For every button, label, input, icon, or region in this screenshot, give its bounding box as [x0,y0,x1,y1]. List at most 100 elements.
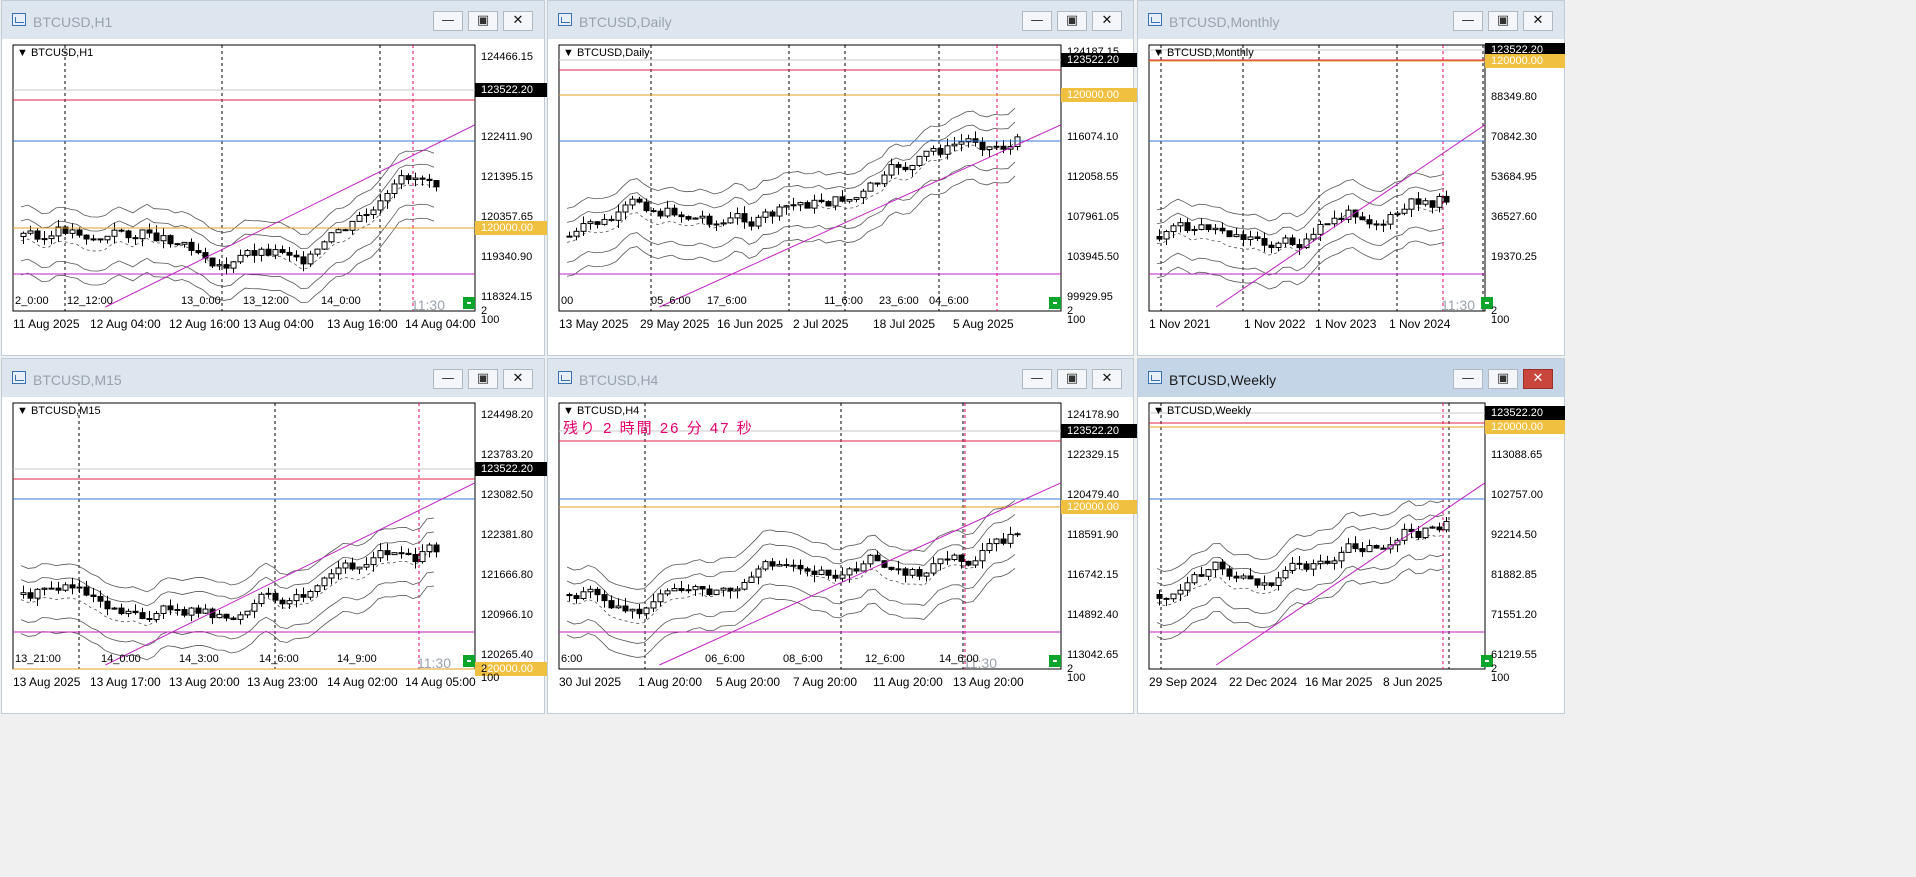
candlestick-chart [558,44,1062,312]
trade-level-button[interactable] [463,297,475,309]
time-tick-label: 6:00 [561,653,583,665]
level-price-tag: 120000.00 [1061,500,1141,514]
chart-window-monthly[interactable]: BTCUSD,Monthly — ▣ ✕ ▼ BTCUSD,Monthly 11:3… [1137,0,1565,356]
maximize-button[interactable]: ▣ [468,11,498,31]
candle [916,566,923,581]
candle [1198,566,1205,577]
candle [944,138,951,160]
candle [762,559,769,572]
bollinger-band [1156,172,1445,222]
candle [328,231,335,244]
dropdown-triangle-icon[interactable]: ▼ [17,47,28,59]
trade-level-button[interactable] [1049,297,1061,309]
chart-plot-area[interactable]: ▼ BTCUSD,Monthly 11:30 [1148,44,1493,313]
price-tick-label: 113042.65 [1067,649,1119,661]
candlestick-chart [12,44,476,312]
dropdown-triangle-icon[interactable]: ▼ [17,405,28,417]
candle [776,204,783,221]
symbol-period-text: BTCUSD,Weekly [1166,405,1252,417]
trade-level-button[interactable] [1049,655,1061,667]
time-tick-label: 17_6:00 [707,295,747,307]
title-bar[interactable]: BTCUSD,Weekly — ▣ ✕ [1138,359,1564,397]
chart-plot-area[interactable]: ▼ BTCUSD,H1 11:30 [12,44,476,313]
chart-symbol-label: ▼ BTCUSD,H4 [563,405,639,417]
candle [573,592,580,604]
minimize-button[interactable]: — [433,369,463,389]
chart-plot-area[interactable]: ▼ BTCUSD,Daily [558,44,1062,312]
close-button[interactable]: ✕ [1523,11,1553,31]
chart-plot-area[interactable]: ▼ BTCUSD,M15 11:30 [12,402,476,671]
dropdown-triangle-icon[interactable]: ▼ [563,47,574,59]
dropdown-triangle-icon[interactable]: ▼ [1153,47,1164,59]
candle [832,569,839,582]
close-button[interactable]: ✕ [1523,369,1553,389]
chart-window-h1[interactable]: BTCUSD,H1 — ▣ ✕ ▼ BTCUSD,H1 11:30 124466.15… [1,0,555,356]
candle [1429,525,1436,529]
candle [566,231,573,238]
candle [657,589,664,607]
price-tick-label: 122329.15 [1067,449,1119,461]
candle [874,550,881,562]
minimize-button[interactable]: — [1022,369,1052,389]
candle [20,231,27,244]
candle [41,230,48,245]
window-title: BTCUSD,H1 [33,14,113,30]
dropdown-triangle-icon[interactable]: ▼ [563,405,574,417]
chart-window-daily[interactable]: BTCUSD,Daily — ▣ ✕ ▼ BTCUSD,Daily 124187.1… [547,0,1141,356]
close-button[interactable]: ✕ [503,11,533,31]
time-tick-label: 14_6:00 [259,653,299,665]
date-axis-label: 1 Nov 2024 [1389,317,1451,331]
minimize-button[interactable]: — [433,11,463,31]
candle [699,210,706,224]
candle [286,597,293,610]
candle [713,589,720,596]
maximize-button[interactable]: ▣ [1488,369,1518,389]
trade-level-button[interactable] [463,655,475,667]
price-tick-label: 120966.10 [481,609,533,621]
candle [118,603,125,616]
title-bar[interactable]: BTCUSD,M15 — ▣ ✕ [2,359,544,397]
title-bar[interactable]: BTCUSD,Daily — ▣ ✕ [548,1,1133,39]
time-tick-label: 05_6:00 [651,295,691,307]
close-button[interactable]: ✕ [1092,369,1122,389]
candle [125,229,132,243]
maximize-button[interactable]: ▣ [1057,11,1087,31]
chart-window-h4[interactable]: BTCUSD,H4 — ▣ ✕ ▼ BTCUSD,H4 残り 2 時間 26 分 4… [547,358,1141,714]
price-scale[interactable]: 124187.15 116074.10 112058.55 107961.05 1039… [1061,45,1147,326]
chart-plot-area[interactable]: ▼ BTCUSD,Weekly [1148,402,1493,670]
candle [237,611,244,625]
trend-line [659,124,1062,308]
maximize-button[interactable]: ▣ [1488,11,1518,31]
candle [321,576,328,591]
close-button[interactable]: ✕ [1092,11,1122,31]
date-axis-label: 11 Aug 2025 [13,317,80,331]
title-bar[interactable]: BTCUSD,H1 — ▣ ✕ [2,1,544,39]
price-scale[interactable]: 124178.90 122329.15 120479.40 118591.90 1167… [1061,403,1147,684]
maximize-button[interactable]: ▣ [468,369,498,389]
minimize-button[interactable]: — [1453,369,1483,389]
minimize-button[interactable]: — [1453,11,1483,31]
candle [783,205,790,215]
dropdown-triangle-icon[interactable]: ▼ [1153,405,1164,417]
price-scale[interactable]: 113088.65 102757.00 92214.50 81882.85 71551.… [1485,403,1571,684]
chart-window-weekly[interactable]: BTCUSD,Weekly — ▣ ✕ ▼ BTCUSD,Weekly 113088… [1137,358,1565,714]
minimize-button[interactable]: — [1022,11,1052,31]
maximize-button[interactable]: ▣ [1057,369,1087,389]
scale-corner-bottom-label: 100 [1067,314,1086,326]
close-button[interactable]: ✕ [503,369,533,389]
date-axis-label: 13 Aug 2025 [13,675,81,689]
title-bar[interactable]: BTCUSD,H4 — ▣ ✕ [548,359,1133,397]
candle [979,137,986,157]
title-bar[interactable]: BTCUSD,Monthly — ▣ ✕ [1138,1,1564,39]
trend-line [105,124,476,308]
candlestick-chart [558,402,1062,670]
price-scale[interactable]: 105507.1588349.8070842.3053684.9536527.6… [1485,43,1571,326]
price-tick-label: 124466.15 [481,51,533,63]
candle [853,197,860,203]
candle [244,610,251,619]
candle [1401,203,1408,216]
candle [153,610,160,623]
candle [909,567,916,579]
chart-window-m15[interactable]: BTCUSD,M15 — ▣ ✕ ▼ BTCUSD,M15 11:30 124498.… [1,358,555,714]
chart-plot-area[interactable]: ▼ BTCUSD,H4 残り 2 時間 26 分 47 秒 11:30 [558,402,1062,671]
